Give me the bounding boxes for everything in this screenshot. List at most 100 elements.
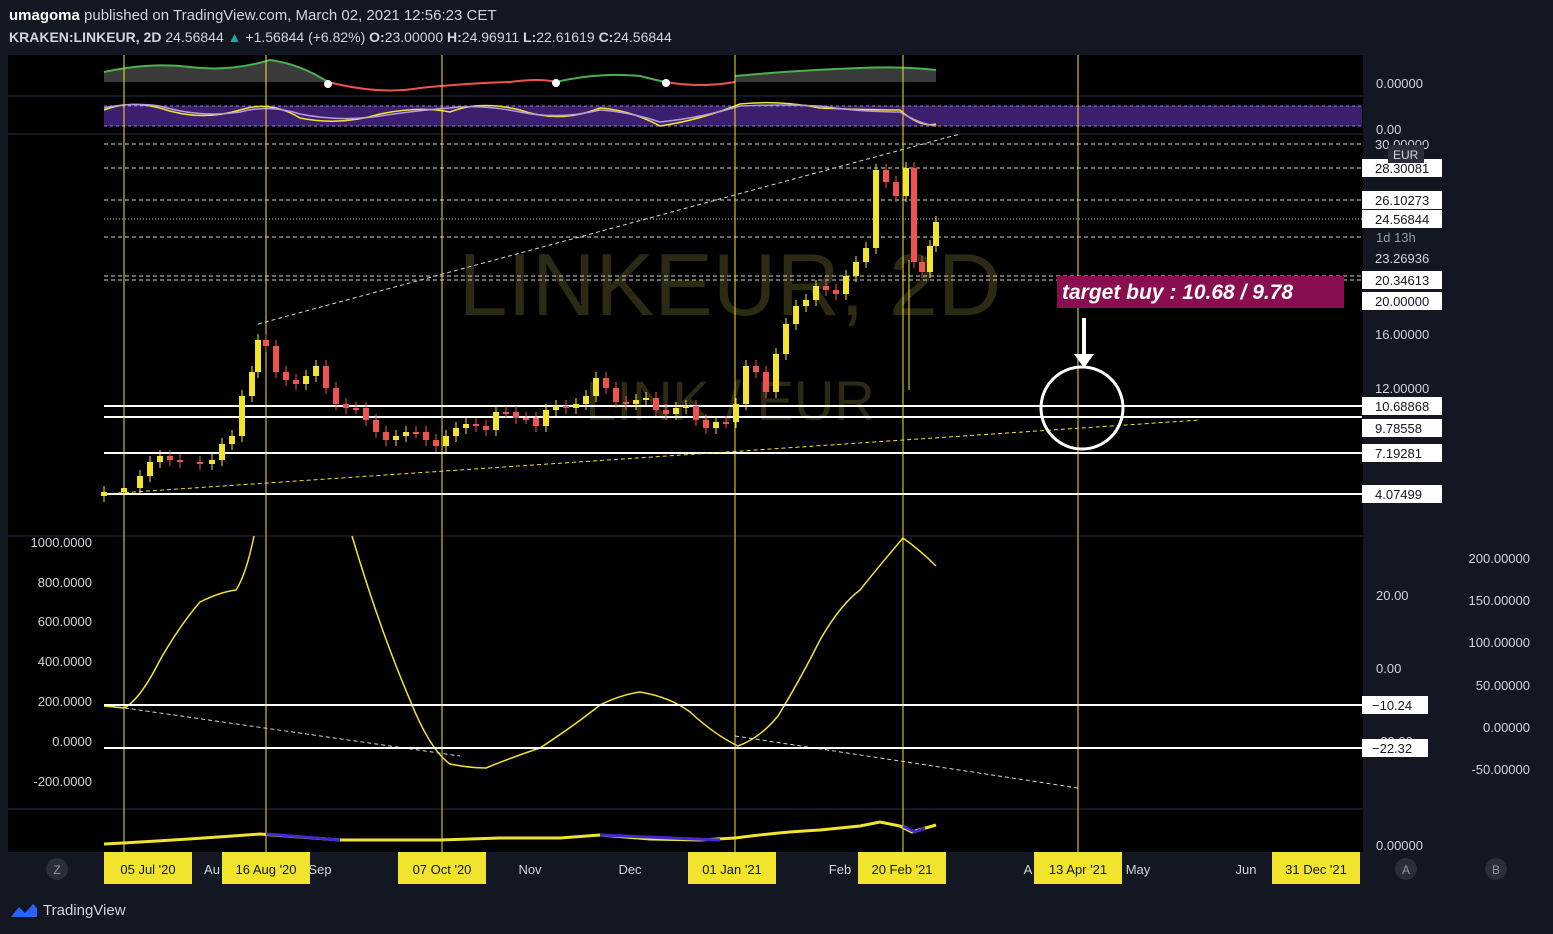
low-label: L:	[523, 29, 537, 45]
author-name[interactable]: umagoma	[9, 7, 80, 24]
candle-body	[893, 182, 899, 196]
candle-body	[209, 460, 215, 464]
price-axis-label: 20.34613	[1375, 273, 1429, 288]
candle-body	[403, 432, 409, 436]
countdown-text: 1d 13h	[1376, 230, 1416, 245]
time-highlight-label: 31 Dec '21	[1285, 862, 1347, 877]
corner-button-label: A	[1402, 863, 1410, 877]
candle-body	[653, 398, 659, 410]
candle-body	[919, 262, 925, 272]
candle-body	[683, 406, 689, 408]
osc-mid-label: 0.00	[1376, 661, 1401, 676]
candle-body	[763, 372, 769, 392]
time-axis[interactable]: Au Sep Nov Dec Feb A May Jun 05 Jul '20 16 Aug '2…	[46, 852, 1507, 884]
candle-body	[303, 376, 309, 384]
price-axis-label: 16.00000	[1375, 327, 1429, 342]
candle-body	[273, 346, 279, 372]
candle-body	[613, 388, 619, 402]
osc-right-label: 0.00000	[1483, 720, 1530, 735]
osc-right-label: 150.00000	[1469, 593, 1530, 608]
signal-dot	[552, 79, 560, 87]
candle-body	[643, 398, 649, 400]
candle-body	[313, 366, 319, 376]
candle-body	[603, 378, 609, 388]
candle-body	[553, 406, 559, 410]
candle-body	[473, 424, 479, 426]
candle-body	[229, 436, 235, 444]
last-price: 24.56844	[165, 29, 224, 45]
osc-left-label: 800.0000	[38, 575, 92, 590]
publish-info: published on TradingView.com, March 02, …	[84, 7, 497, 24]
candle-body	[101, 492, 107, 496]
candle-body	[633, 400, 639, 404]
corner-button-label: Z	[53, 863, 60, 877]
time-axis-label: Feb	[829, 862, 851, 877]
symbol-label[interactable]: KRAKEN:LINKEUR, 2D	[9, 29, 161, 45]
osc-level-label: −10.24	[1372, 698, 1412, 713]
candle-body	[693, 406, 699, 420]
price-axis-label: 4.07499	[1375, 487, 1422, 502]
open-label: O:	[369, 29, 385, 45]
candle-body	[873, 170, 879, 248]
osc-right-label: -50.00000	[1471, 762, 1530, 777]
candle-body	[583, 396, 589, 404]
price-axis-label: 28.30081	[1375, 161, 1429, 176]
candle-body	[413, 432, 419, 434]
price-axis-label: 23.26936	[1375, 251, 1429, 266]
candle-body	[743, 366, 749, 404]
chart-canvas[interactable]: LINKEUR, 2D LINK / EUR 0.00000 0.00 targ…	[0, 52, 1553, 888]
open-value: 23.00000	[384, 29, 444, 45]
close-label: C:	[598, 29, 614, 45]
osc-right-label: 50.00000	[1476, 678, 1530, 693]
time-axis-label: May	[1126, 862, 1151, 877]
candle-body	[373, 420, 379, 432]
candle-body	[563, 406, 569, 408]
candle-body	[803, 300, 809, 306]
candle-body	[543, 410, 549, 426]
time-axis-label: Au	[204, 862, 220, 877]
candle-body	[853, 262, 859, 276]
price-axis-label: 24.56844	[1375, 212, 1429, 227]
time-highlight-label: 16 Aug '20	[235, 862, 296, 877]
watermark-small: LINK / EUR	[585, 369, 874, 432]
candle-body	[239, 396, 245, 436]
candle-body	[673, 408, 679, 414]
candle-body	[147, 462, 153, 476]
close-value: 24.56844	[613, 29, 672, 45]
time-axis-label: Nov	[518, 862, 542, 877]
oscillator-panel	[8, 537, 1363, 808]
tradingview-icon	[11, 904, 37, 917]
candle-body	[713, 422, 719, 428]
price-panel	[8, 135, 1363, 535]
osc-level-label: −22.32	[1372, 741, 1412, 756]
candle-body	[443, 436, 449, 446]
time-highlight-label: 13 Apr '21	[1049, 862, 1107, 877]
brand-name: TradingView	[43, 901, 126, 919]
candle-body	[283, 372, 289, 380]
osc-left-label: 1000.0000	[31, 535, 92, 550]
price-axis[interactable]: 30.0000028.3008126.1027324.5684423.26936…	[1362, 137, 1442, 503]
time-highlight-label: 05 Jul '20	[120, 862, 175, 877]
osc-left-label: -200.0000	[33, 774, 92, 789]
bottom-axis-value: 0.00000	[1376, 838, 1423, 853]
candle-body	[533, 418, 539, 426]
candle-body	[343, 404, 349, 408]
chart-header: umagoma published on TradingView.com, Ma…	[0, 0, 1553, 52]
candle-body	[157, 456, 163, 462]
candle-body	[623, 402, 629, 404]
price-axis-label: 9.78558	[1375, 421, 1422, 436]
candle-body	[137, 476, 143, 488]
tradingview-logo[interactable]: TradingView	[9, 900, 126, 920]
candle-body	[733, 404, 739, 422]
time-highlight-label: 01 Jan '21	[702, 862, 762, 877]
high-label: H:	[447, 29, 462, 45]
candle-body	[513, 412, 519, 418]
candle-body	[843, 276, 849, 294]
time-axis-label: Dec	[618, 862, 642, 877]
price-axis-label: 12.00000	[1375, 381, 1429, 396]
candle-body	[773, 354, 779, 392]
ohlc-line: KRAKEN:LINKEUR, 2D 24.56844 ▲ +1.56844 (…	[9, 29, 672, 45]
annotation-text: target buy : 10.68 / 9.78	[1062, 281, 1293, 304]
candle-body	[353, 408, 359, 410]
osc-right-label: 200.00000	[1469, 551, 1530, 566]
